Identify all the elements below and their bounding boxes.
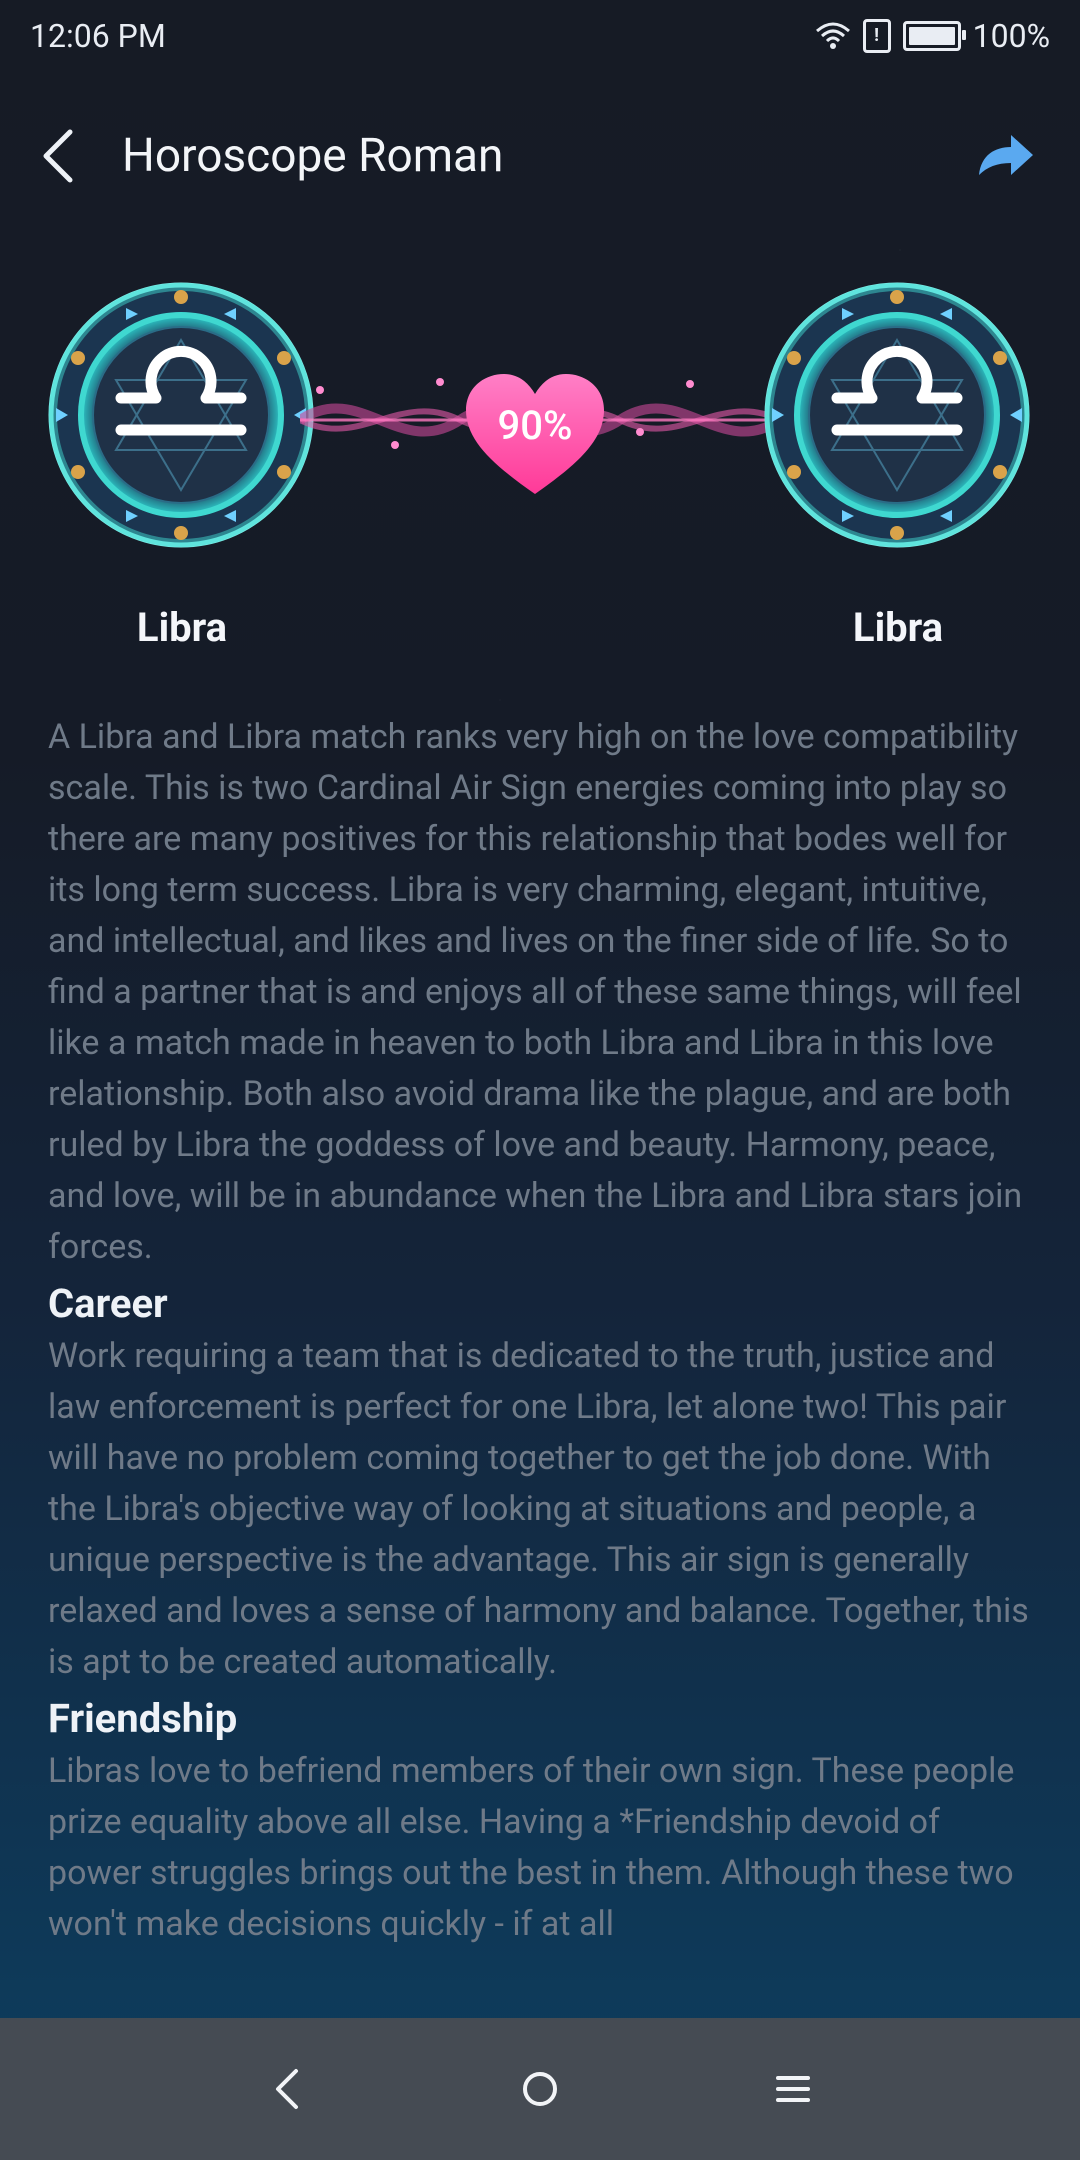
battery-icon — [902, 21, 966, 51]
libra-wheel-icon — [764, 282, 1030, 548]
libra-wheel-icon — [48, 282, 314, 548]
status-icons: ! 100% — [815, 17, 1050, 55]
back-icon — [275, 2069, 298, 2109]
friendship-heading: Friendship — [48, 1695, 238, 1742]
status-bar: 12:06 PM ! 100% — [0, 0, 1080, 72]
intro-paragraph: A Libra and Libra match ranks very high … — [48, 717, 1023, 1267]
app-bar: Horoscope Roman — [0, 110, 1080, 202]
status-time: 12:06 PM — [30, 17, 166, 55]
nav-home-button[interactable] — [500, 2049, 580, 2129]
menu-icon — [776, 2076, 811, 2102]
right-sign-name: Libra — [852, 604, 944, 651]
share-icon — [979, 135, 1033, 175]
nav-menu-button[interactable] — [753, 2049, 833, 2129]
compatibility-percent: 90% — [497, 402, 573, 449]
friendship-paragraph: Libras love to befriend members of their… — [48, 1751, 1015, 1944]
alert-icon: ! — [862, 19, 891, 53]
back-arrow-icon — [43, 129, 73, 183]
left-sign-name: Libra — [136, 604, 228, 651]
share-button[interactable] — [970, 126, 1040, 186]
battery-percent: 100% — [972, 17, 1050, 55]
career-heading: Career — [48, 1280, 168, 1327]
nav-back-button[interactable] — [247, 2049, 327, 2129]
compatibility-description: A Libra and Libra match ranks very high … — [48, 712, 1038, 1950]
career-paragraph: Work requiring a team that is dedicated … — [48, 1336, 1029, 1682]
wifi-icon — [815, 22, 850, 49]
home-icon — [522, 2072, 557, 2106]
compatibility-visual: 90% — [0, 280, 1080, 560]
page-title: Horoscope Roman — [122, 129, 504, 183]
back-button[interactable] — [40, 126, 84, 186]
system-nav-bar — [0, 2018, 1080, 2160]
